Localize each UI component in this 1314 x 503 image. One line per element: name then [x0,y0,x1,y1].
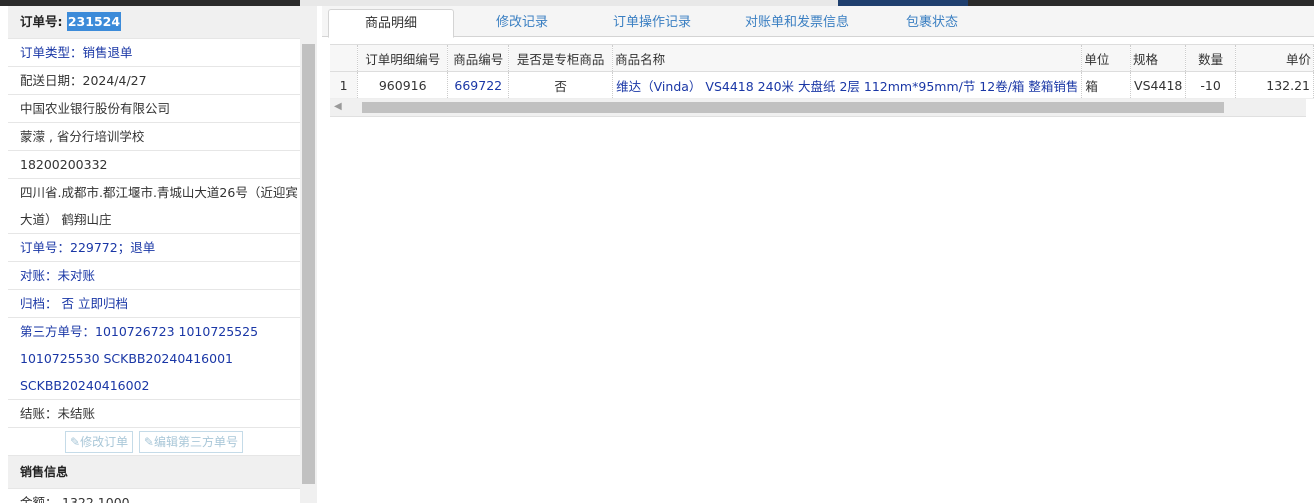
scrollbar-thumb[interactable] [302,44,315,484]
table-row[interactable]: 1 960916 669722 否 维达（Vinda） VS4418 240米 … [330,71,1314,99]
table-horizontal-scrollbar[interactable]: ◀ [330,99,1306,117]
scroll-left-arrow-icon[interactable]: ◀ [334,101,342,112]
edit-order-button[interactable]: ✎修改订单 [65,431,134,453]
order-number-label: 订单号: [20,14,63,29]
tab-product-detail[interactable]: 商品明细 [328,9,454,38]
order-info-panel: 订单号: 231524 订单类型：销售退单 配送日期：2024/4/27 中国农… [8,6,301,503]
col-header-counter[interactable]: 是否是专柜商品 [508,45,614,72]
company-name: 中国农业银行股份有限公司 [8,95,300,123]
phone-number: 18200200332 [8,151,300,179]
sales-amount: 金额：-1322.1000 [8,489,300,503]
col-header-product-no[interactable]: 商品编号 [447,45,510,72]
cell-price: 132.21 [1235,71,1314,99]
col-header-index [330,45,359,72]
edit-icon: ✎ [70,435,81,449]
col-header-product-name[interactable]: 商品名称 [612,45,1083,72]
edit-order-label: 修改订单 [80,435,129,449]
tab-bar: 商品明细 修改记录 订单操作记录 对账单和发票信息 包裹状态 [322,6,1314,38]
tab-package-status[interactable]: 包裹状态 [882,9,982,36]
cell-detail-no: 960916 [357,71,449,99]
tab-modify-log[interactable]: 修改记录 [462,9,582,36]
scrollbar-thumb[interactable] [362,102,1224,113]
third-party-numbers: 第三方单号：1010726723 1010725525 1010725530 S… [8,318,300,400]
cell-counter: 否 [508,71,614,99]
col-header-qty[interactable]: 数量 [1185,45,1236,72]
cell-product-no[interactable]: 669722 [447,71,510,99]
col-header-unit[interactable]: 单位 [1081,45,1132,72]
sales-section-title: 销售信息 [8,456,300,489]
order-type: 订单类型：销售退单 [8,39,300,67]
cell-qty: -10 [1185,71,1236,99]
detail-panel: 商品明细 修改记录 订单操作记录 对账单和发票信息 包裹状态 订单明细编号 商品… [322,6,1314,503]
order-actions: ✎修改订单 ✎编辑第三方单号 [8,428,300,456]
contact-name: 蒙濛 , 省分行培训学校 [8,123,300,151]
edit-icon: ✎ [143,435,154,449]
related-order[interactable]: 订单号：229772；退单 [8,234,300,262]
left-panel-scrollbar[interactable] [300,6,317,503]
order-number-value[interactable]: 231524 [66,12,122,31]
row-index: 1 [330,71,359,99]
reconcile-status: 对账：未对账 [8,262,300,290]
col-header-spec[interactable]: 规格 [1130,45,1187,72]
product-table: 订单明细编号 商品编号 是否是专柜商品 商品名称 单位 规格 数量 单价 1 9… [330,45,1314,99]
archive-status[interactable]: 归档： 否 立即归档 [8,290,300,318]
col-header-detail-no[interactable]: 订单明细编号 [357,45,449,72]
table-header-row: 订单明细编号 商品编号 是否是专柜商品 商品名称 单位 规格 数量 单价 [330,45,1314,72]
tab-statement-invoice[interactable]: 对账单和发票信息 [722,9,872,36]
tab-order-operation-log[interactable]: 订单操作记录 [592,9,712,36]
edit-third-party-label: 编辑第三方单号 [153,435,238,449]
cell-spec: VS4418 [1130,71,1187,99]
delivery-address: 四川省.成都市.都江堰市.青城山大道26号（近迎宾大道） 鹤翔山庄 [8,179,300,234]
delivery-date: 配送日期：2024/4/27 [8,67,300,95]
cell-product-name[interactable]: 维达（Vinda） VS4418 240米 大盘纸 2层 112mm*95mm/… [612,71,1083,99]
product-grid: 订单明细编号 商品编号 是否是专柜商品 商品名称 单位 规格 数量 单价 1 9… [330,44,1314,117]
settle-status: 结账：未结账 [8,400,300,428]
order-number-row: 订单号: 231524 [8,6,300,39]
col-header-price[interactable]: 单价 [1235,45,1314,72]
edit-third-party-button[interactable]: ✎编辑第三方单号 [138,431,243,453]
cell-unit: 箱 [1081,71,1132,99]
